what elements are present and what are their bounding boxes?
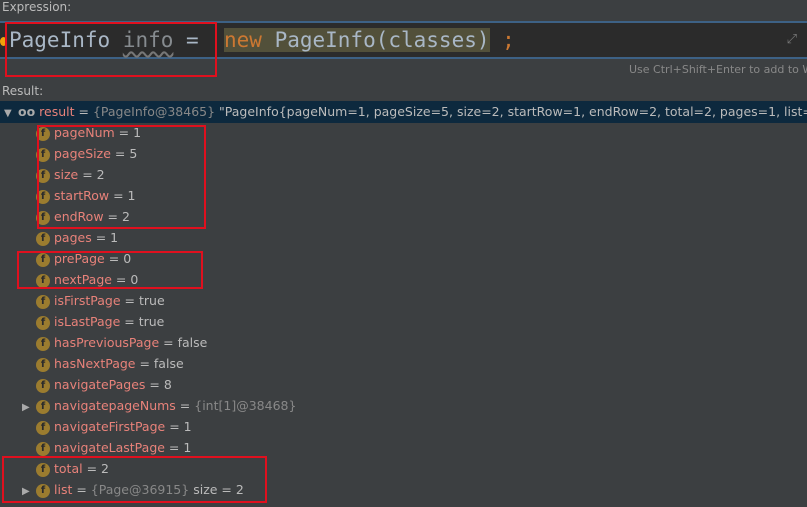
field-icon: f [36, 336, 50, 351]
field-icon: f [36, 231, 50, 246]
field-row[interactable]: f hasPreviousPage = false [0, 332, 207, 353]
field-value: false [153, 356, 184, 371]
field-name: pages [54, 230, 92, 245]
result-row[interactable]: ▼ oo result = {PageInfo@38465} "PageInfo{… [0, 101, 807, 123]
field-row[interactable]: f isLastPage = true [0, 311, 164, 332]
highlight-box [5, 22, 217, 77]
field-value: 1 [183, 440, 192, 455]
field-icon: f [36, 399, 50, 414]
keyword-token: new [223, 28, 262, 52]
field-name: navigatePages [54, 377, 146, 392]
field-name: navigateFirstPage [54, 419, 166, 434]
result-name: result [39, 104, 75, 119]
result-ref: {PageInfo@38465} [92, 104, 216, 119]
expression-label: Expression: [2, 0, 72, 14]
hint-text: Use Ctrl+Shift+Enter to add to Wa [629, 63, 807, 76]
field-value: false [177, 335, 208, 350]
field-icon: f [36, 420, 50, 435]
field-icon: f [36, 357, 50, 372]
field-row[interactable]: f navigateFirstPage = 1 [0, 416, 192, 437]
field-value: 1 [110, 230, 119, 245]
field-icon: f [36, 294, 50, 309]
highlight-box [37, 125, 206, 229]
field-row[interactable]: ▶ f navigatepageNums = {int[1]@38468} [0, 395, 296, 416]
watch-glasses-icon: oo [18, 104, 36, 119]
field-row[interactable]: f isFirstPage = true [0, 290, 165, 311]
field-row[interactable]: f pages = 1 [0, 227, 118, 248]
field-ref: {int[1]@38468} [194, 398, 297, 413]
result-value: "PageInfo{pageNum=1, pageSize=5, size=2,… [219, 104, 807, 119]
field-value: true [138, 293, 165, 308]
field-value: 8 [163, 377, 172, 392]
field-value: 1 [183, 419, 192, 434]
expand-icon[interactable]: ⤢ [787, 23, 797, 57]
field-name: hasNextPage [54, 356, 136, 371]
field-name: navigateLastPage [54, 440, 165, 455]
field-value: true [138, 314, 165, 329]
field-icon: f [36, 315, 50, 330]
field-name: hasPreviousPage [54, 335, 160, 350]
call-token: PageInfo(classes) [261, 28, 490, 52]
field-name: isLastPage [54, 314, 121, 329]
field-name: navigatepageNums [54, 398, 176, 413]
field-icon: f [36, 441, 50, 456]
field-row[interactable]: f navigateLastPage = 1 [0, 437, 191, 458]
field-row[interactable]: f navigatePages = 8 [0, 374, 172, 395]
field-icon: f [36, 378, 50, 393]
field-row[interactable]: f hasNextPage = false [0, 353, 184, 374]
expand-triangle-icon[interactable]: ▶ [22, 397, 36, 418]
result-label: Result: [2, 84, 44, 98]
highlight-box [17, 251, 203, 289]
semicolon-token: ; [502, 28, 515, 52]
highlight-box [2, 456, 267, 503]
collapse-triangle-icon[interactable]: ▼ [4, 103, 18, 123]
field-name: isFirstPage [54, 293, 121, 308]
